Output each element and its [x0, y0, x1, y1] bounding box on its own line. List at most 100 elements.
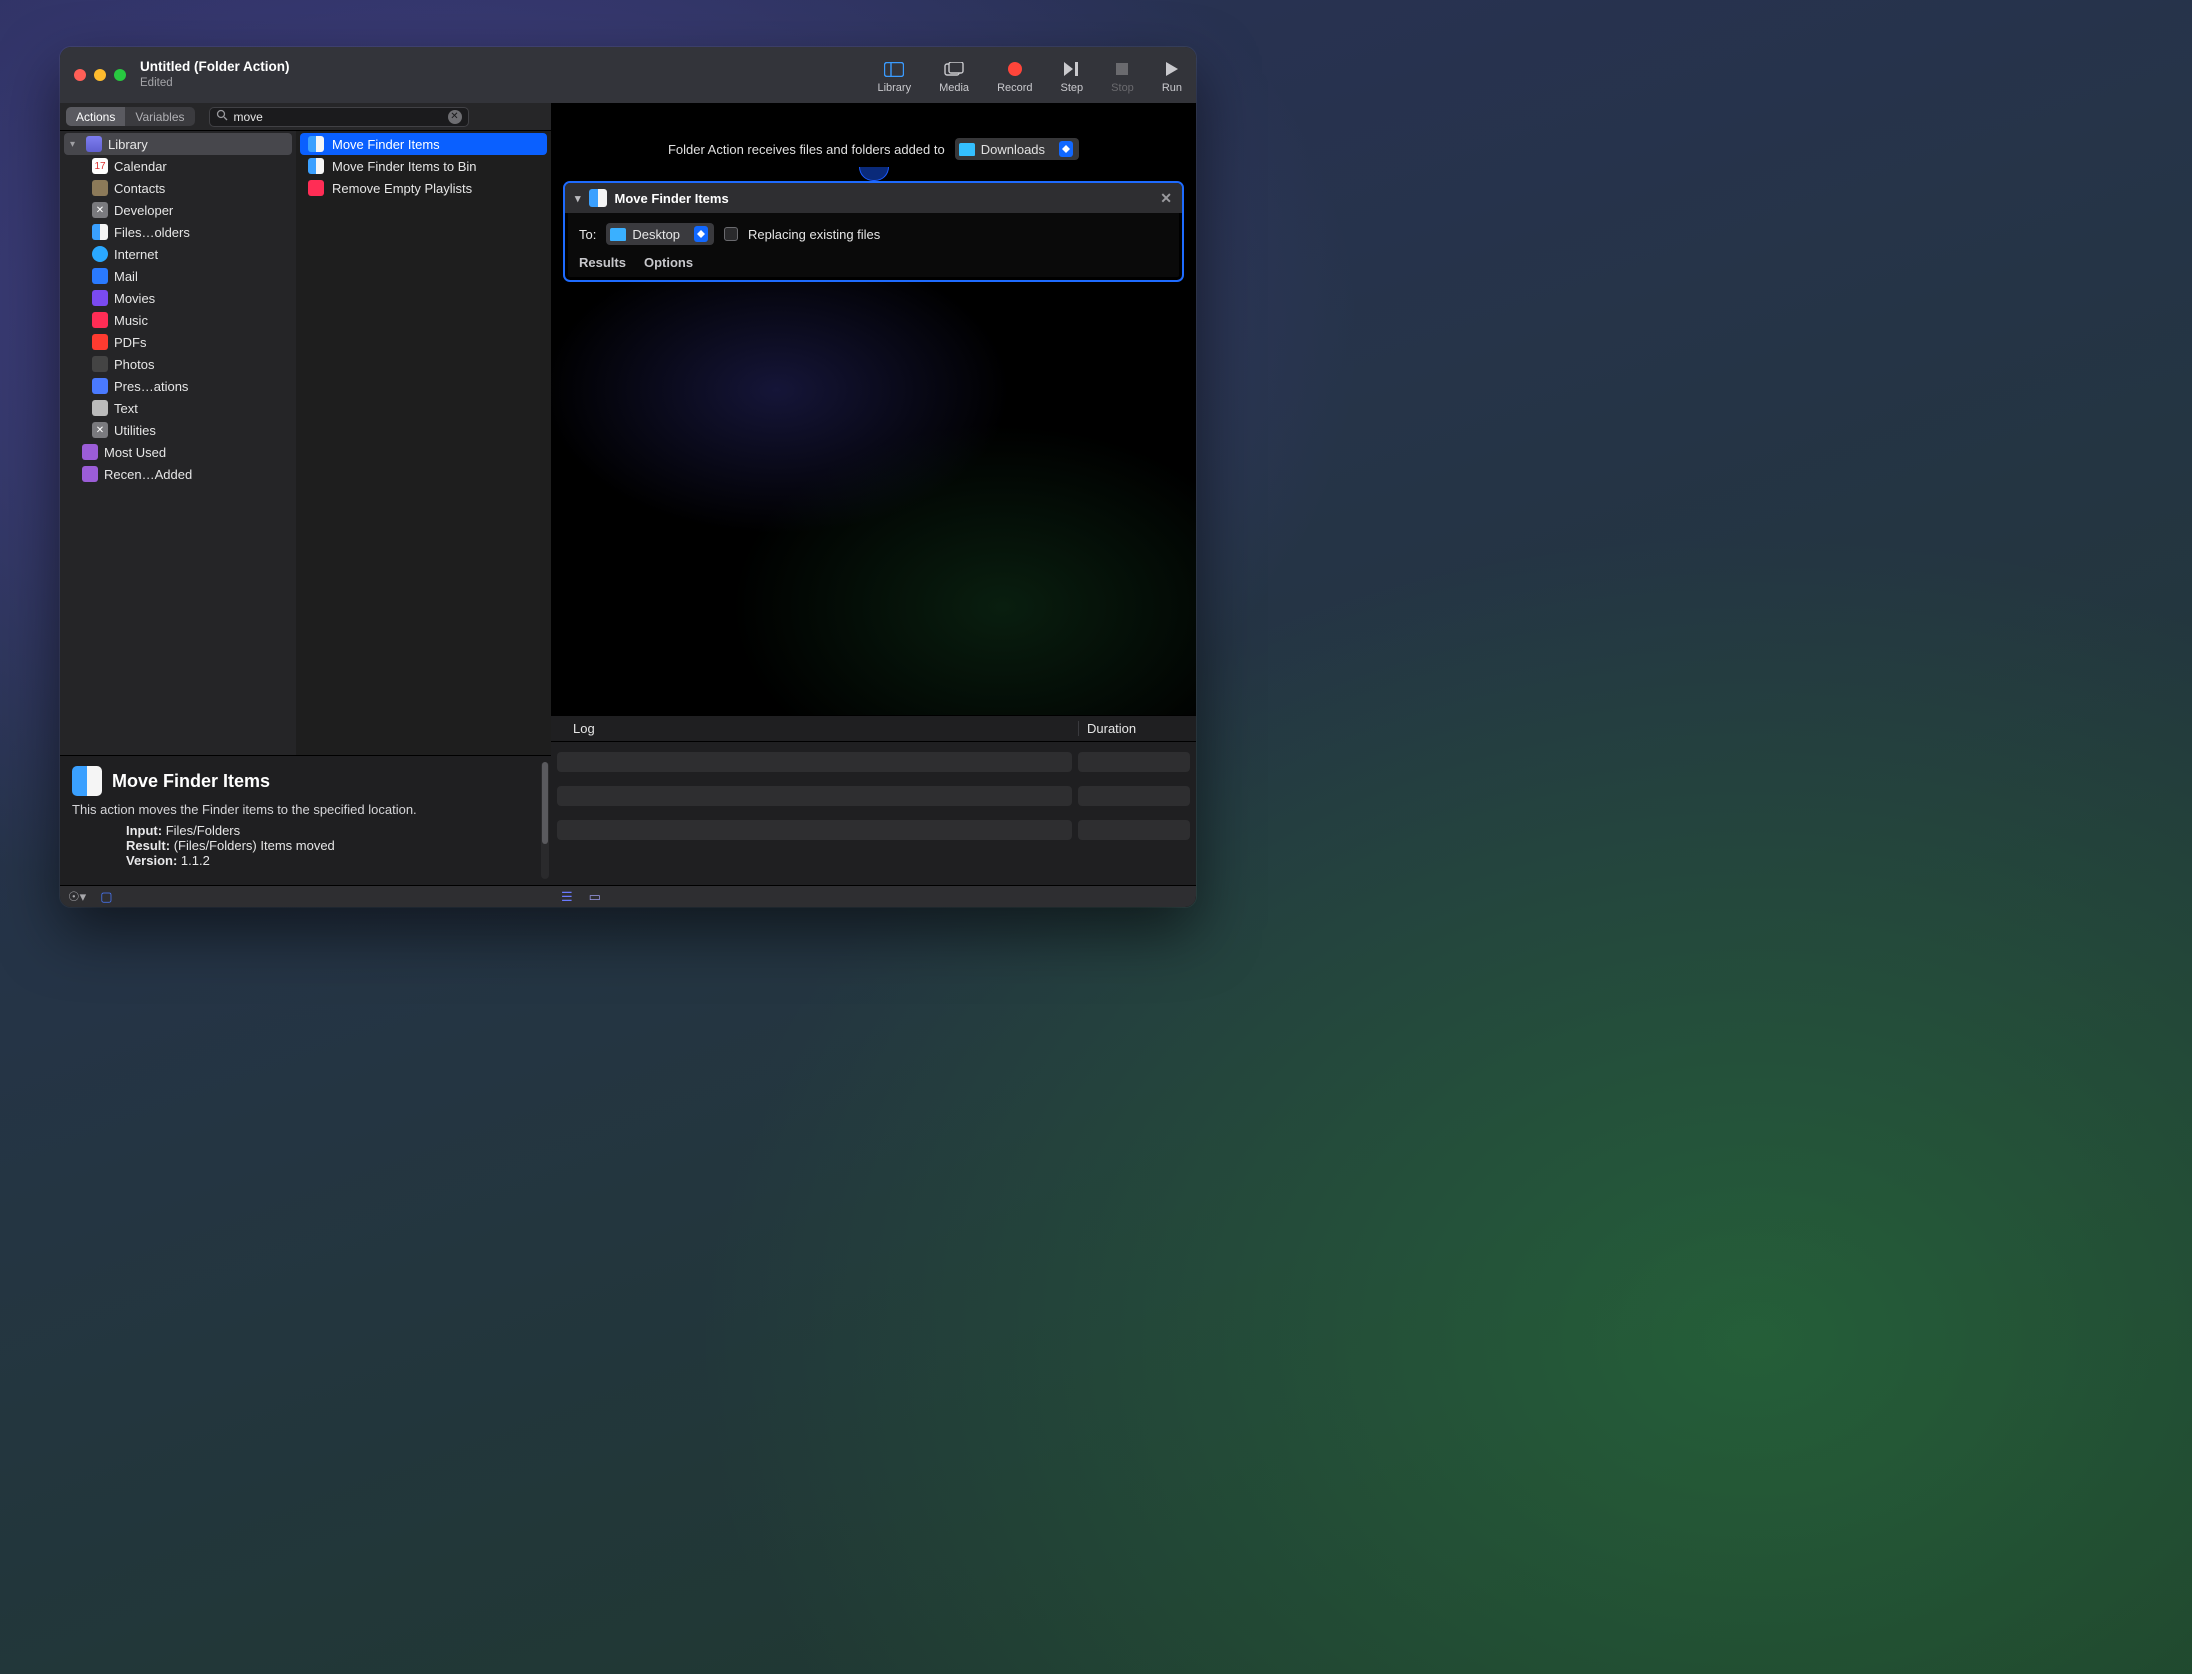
- contacts-icon: [92, 180, 108, 196]
- log-row: [557, 820, 1190, 840]
- window-title: Untitled (Folder Action): [140, 59, 289, 76]
- cat-files[interactable]: Files…olders: [64, 221, 292, 243]
- cat-developer[interactable]: ✕Developer: [64, 199, 292, 221]
- search-input[interactable]: [234, 110, 442, 124]
- internet-icon: [92, 246, 108, 262]
- zoom-window-button[interactable]: [114, 69, 126, 81]
- segment-actions[interactable]: Actions: [66, 107, 125, 126]
- run-label: Run: [1162, 82, 1182, 94]
- automator-window: Untitled (Folder Action) Edited Library …: [60, 47, 1196, 907]
- log-panel: Log Duration: [551, 715, 1196, 885]
- chevron-down-icon[interactable]: ▾: [70, 139, 80, 150]
- clear-search-button[interactable]: ✕: [448, 110, 462, 124]
- remove-action-button[interactable]: ✕: [1160, 190, 1172, 207]
- action-results-list[interactable]: Move Finder Items Move Finder Items to B…: [296, 131, 551, 201]
- segment-variables[interactable]: Variables: [125, 107, 194, 126]
- library-icon: [86, 136, 102, 152]
- library-toggle-button[interactable]: Library: [877, 60, 911, 94]
- info-description: This action moves the Finder items to th…: [72, 802, 539, 817]
- to-label: To:: [579, 227, 596, 242]
- step-button[interactable]: Step: [1061, 60, 1084, 94]
- finder-icon: [92, 224, 108, 240]
- developer-icon: ✕: [92, 202, 108, 218]
- cat-pdfs[interactable]: PDFs: [64, 331, 292, 353]
- workflow-input-row: Folder Action receives files and folders…: [551, 131, 1196, 167]
- folder-action-folder-select[interactable]: Downloads: [955, 138, 1079, 160]
- cat-calendar[interactable]: 17Calendar: [64, 155, 292, 177]
- log-column-header[interactable]: Log: [551, 721, 1078, 736]
- library-root[interactable]: ▾ Library: [64, 133, 292, 155]
- cat-photos[interactable]: Photos: [64, 353, 292, 375]
- window-subtitle: Edited: [140, 76, 289, 90]
- finder-icon: [589, 189, 607, 207]
- play-icon: [1162, 60, 1182, 78]
- media-button[interactable]: Media: [939, 60, 969, 94]
- action-move-finder-items[interactable]: ▾ Move Finder Items ✕ To: Desktop: [563, 181, 1184, 282]
- cat-movies[interactable]: Movies: [64, 287, 292, 309]
- workflow-canvas[interactable]: [551, 282, 1196, 715]
- text-icon: [92, 400, 108, 416]
- disclosure-triangle-icon[interactable]: ▾: [575, 192, 581, 205]
- cat-contacts[interactable]: Contacts: [64, 177, 292, 199]
- info-scrollbar[interactable]: [541, 762, 549, 879]
- utilities-icon: ✕: [92, 422, 108, 438]
- result-move-finder-items-to-bin[interactable]: Move Finder Items to Bin: [300, 155, 547, 177]
- photos-icon: [92, 356, 108, 372]
- log-row: [557, 786, 1190, 806]
- copyright-menu-button[interactable]: ☉▾: [68, 889, 86, 905]
- log-flow-view-icon[interactable]: ▭: [589, 889, 601, 905]
- result-move-finder-items[interactable]: Move Finder Items: [300, 133, 547, 155]
- search-field[interactable]: ✕: [209, 107, 469, 127]
- info-title: Move Finder Items: [112, 771, 270, 792]
- media-label: Media: [939, 82, 969, 94]
- step-icon: [1062, 60, 1082, 78]
- destination-value: Desktop: [632, 227, 680, 242]
- search-icon: [216, 109, 228, 124]
- library-tree[interactable]: ▾ Library 17Calendar Contacts ✕Developer…: [60, 131, 296, 487]
- action-results-tab[interactable]: Results: [579, 255, 626, 270]
- finder-icon: [308, 158, 324, 174]
- library-label: Library: [877, 82, 911, 94]
- minimize-window-button[interactable]: [94, 69, 106, 81]
- mail-icon: [92, 268, 108, 284]
- library-root-label: Library: [108, 137, 148, 152]
- cat-mail[interactable]: Mail: [64, 265, 292, 287]
- action-options-tab[interactable]: Options: [644, 255, 693, 270]
- workflow-connector: [859, 167, 889, 181]
- cat-utilities[interactable]: ✕Utilities: [64, 419, 292, 441]
- presentations-icon: [92, 378, 108, 394]
- close-window-button[interactable]: [74, 69, 86, 81]
- status-bar-right: ☰ ▭: [551, 885, 1196, 907]
- variables-toggle-icon[interactable]: ▢: [100, 889, 112, 905]
- cat-music[interactable]: Music: [64, 309, 292, 331]
- music-icon: [92, 312, 108, 328]
- log-row: [557, 752, 1190, 772]
- replace-checkbox[interactable]: [724, 227, 738, 241]
- result-remove-empty-playlists[interactable]: Remove Empty Playlists: [300, 177, 547, 199]
- info-panel: Move Finder Items This action moves the …: [60, 755, 551, 885]
- finder-icon: [308, 136, 324, 152]
- sidebar-toolbar: Actions Variables ✕: [60, 103, 551, 131]
- smart-folder-icon: [82, 444, 98, 460]
- action-title: Move Finder Items: [615, 191, 729, 206]
- sidebar-icon: [884, 60, 904, 78]
- log-list-view-icon[interactable]: ☰: [561, 889, 573, 905]
- smart-most-used[interactable]: Most Used: [64, 441, 292, 463]
- replace-label: Replacing existing files: [748, 227, 880, 242]
- smart-recently-added[interactable]: Recen…Added: [64, 463, 292, 485]
- cat-presentations[interactable]: Pres…ations: [64, 375, 292, 397]
- actions-variables-segment[interactable]: Actions Variables: [66, 107, 195, 126]
- stop-label: Stop: [1111, 82, 1134, 94]
- record-button[interactable]: Record: [997, 60, 1032, 94]
- cat-internet[interactable]: Internet: [64, 243, 292, 265]
- cat-text[interactable]: Text: [64, 397, 292, 419]
- finder-icon: [72, 766, 102, 796]
- stop-button: Stop: [1111, 60, 1134, 94]
- destination-select[interactable]: Desktop: [606, 223, 714, 245]
- smart-folder-icon: [82, 466, 98, 482]
- window-controls: [74, 69, 126, 81]
- record-label: Record: [997, 82, 1032, 94]
- duration-column-header[interactable]: Duration: [1078, 721, 1196, 736]
- titlebar: Untitled (Folder Action) Edited Library …: [60, 47, 1196, 103]
- run-button[interactable]: Run: [1162, 60, 1182, 94]
